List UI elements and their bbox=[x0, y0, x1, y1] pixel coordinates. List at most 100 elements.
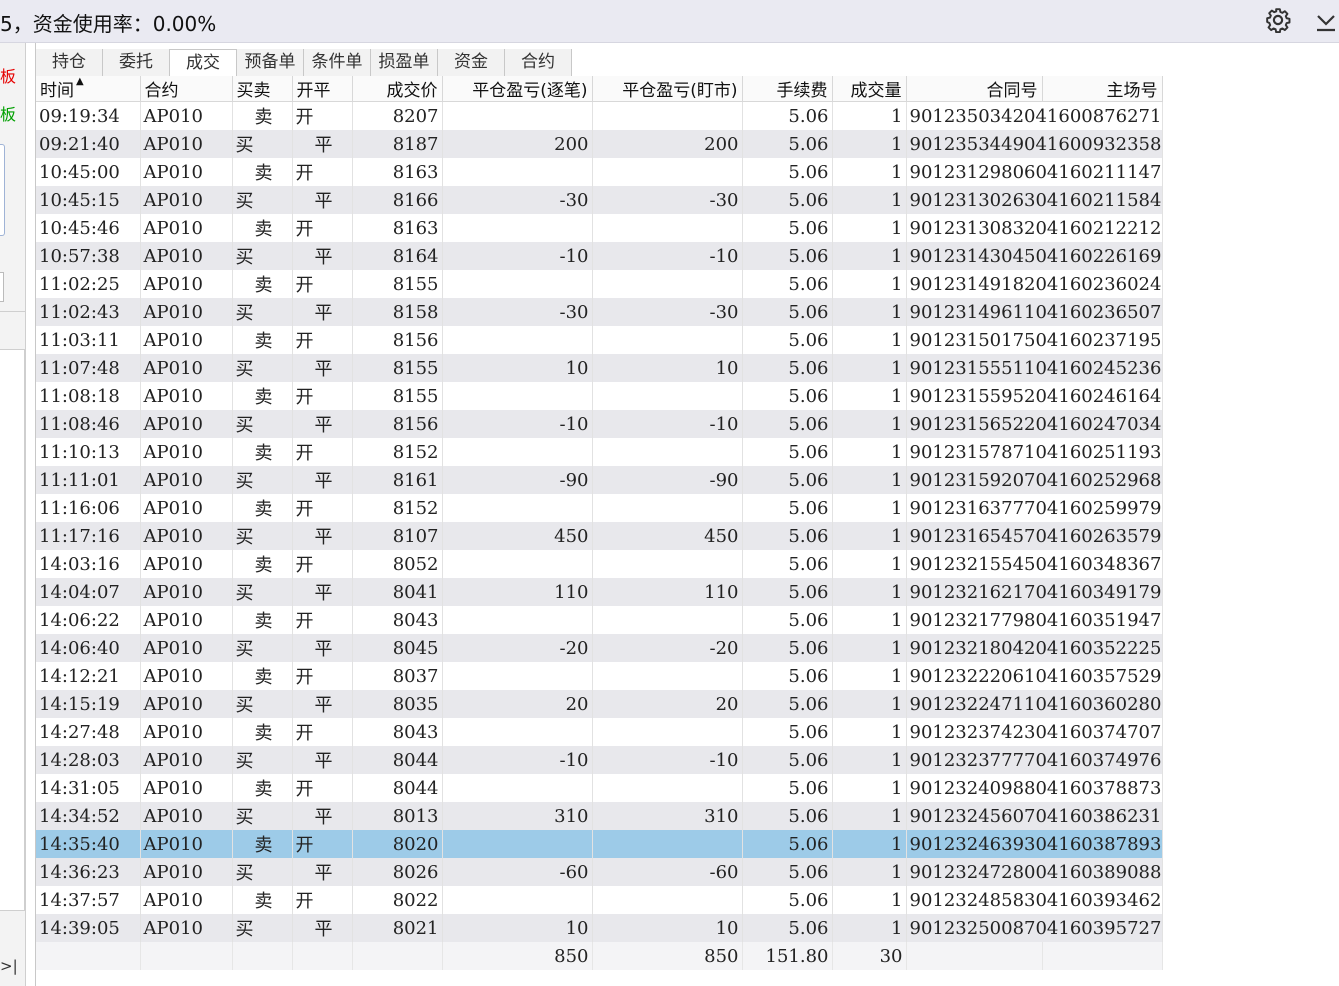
side-field[interactable] bbox=[0, 272, 4, 302]
download-icon[interactable] bbox=[1314, 8, 1338, 34]
table-row[interactable]: 11:08:46 AP010 买平 8156 -10 -10 5.06 1 9012315652… bbox=[36, 410, 1163, 438]
table-row[interactable]: 10:45:46 AP010 卖开 8163 5.06 1 9012313083204160… bbox=[36, 214, 1163, 242]
column-header-contract-no[interactable]: 合同号 bbox=[906, 76, 1043, 102]
cell-qty: 1 bbox=[832, 522, 907, 550]
cell-contract: AP010 bbox=[140, 214, 233, 242]
cell-qty: 1 bbox=[832, 382, 907, 410]
cell-qty: 1 bbox=[832, 830, 907, 858]
cell-time: 14:27:48 bbox=[36, 718, 141, 746]
column-header-time[interactable]: 时间 ▲ bbox=[36, 76, 141, 102]
table-row[interactable]: 11:03:11 AP010 卖开 8156 5.06 1 9012315017504160… bbox=[36, 326, 1163, 354]
table-row[interactable]: 11:17:16 AP010 买平 8107 450 450 5.06 1 9012316545… bbox=[36, 522, 1163, 550]
table-row[interactable]: 14:15:19 AP010 买平 8035 20 20 5.06 1 901232247110… bbox=[36, 690, 1163, 718]
cell-contract: AP010 bbox=[140, 130, 233, 158]
cell-contract-no: 9012312980604160211147​3 bbox=[906, 158, 1163, 186]
table-row[interactable]: 14:28:03 AP010 买平 8044 -10 -10 5.06 1 9012323777… bbox=[36, 746, 1163, 774]
cell-pnl-each: -20 bbox=[442, 634, 593, 662]
column-header-openclose[interactable]: 开平 bbox=[292, 76, 353, 102]
cell-time: 10:57:38 bbox=[36, 242, 141, 270]
cell-time: 10:45:00 bbox=[36, 158, 141, 186]
board-tag-red[interactable]: 板 bbox=[0, 63, 16, 87]
cell-contract-no: 9012314304504160226169​3 bbox=[906, 242, 1163, 270]
gear-icon[interactable] bbox=[1264, 6, 1292, 34]
table-row[interactable]: 11:02:25 AP010 卖开 8155 5.06 1 9012314918204160… bbox=[36, 270, 1163, 298]
cell-pnl-mtm: -30 bbox=[592, 186, 743, 214]
cell-pnl-mtm bbox=[592, 158, 743, 186]
tab-3[interactable]: 预备单 bbox=[237, 49, 304, 76]
cell-pnl-mtm bbox=[592, 494, 743, 522]
cell-price: 8045 bbox=[352, 634, 443, 662]
table-row[interactable]: 14:06:40 AP010 买平 8045 -20 -20 5.06 1 9012321804… bbox=[36, 634, 1163, 662]
board-tag-green[interactable]: 板 bbox=[0, 101, 16, 125]
total-pnl-each: 850 bbox=[442, 942, 593, 970]
cell-side: 卖 bbox=[232, 550, 293, 578]
column-header-pnl-mtm[interactable]: 平仓盈亏(盯市) bbox=[592, 76, 743, 102]
table-row[interactable]: 14:35:40 AP010 卖开 8020 5.06 1 9012324639304160… bbox=[36, 830, 1163, 858]
tab-7[interactable]: 合约 bbox=[505, 49, 572, 76]
column-header-exchange-no[interactable]: 主场号 bbox=[1042, 76, 1163, 102]
cell-price: 8020 bbox=[352, 830, 443, 858]
cell-contract: AP010 bbox=[140, 522, 233, 550]
table-row[interactable]: 11:07:48 AP010 买平 8155 10 10 5.06 1 901231555110… bbox=[36, 354, 1163, 382]
table-row[interactable]: 11:08:18 AP010 卖开 8155 5.06 1 9012315595204160… bbox=[36, 382, 1163, 410]
cell-pnl-mtm bbox=[592, 830, 743, 858]
cell-contract: AP010 bbox=[140, 270, 233, 298]
table-row[interactable]: 10:45:15 AP010 买平 8166 -30 -30 5.06 1 9012313026… bbox=[36, 186, 1163, 214]
table-row[interactable]: 14:36:23 AP010 买平 8026 -60 -60 5.06 1 9012324728… bbox=[36, 858, 1163, 886]
cell-pnl-mtm bbox=[592, 326, 743, 354]
cell-side: 买 bbox=[232, 522, 293, 550]
column-header-fee[interactable]: 手续费 bbox=[742, 76, 833, 102]
cell-fee: 5.06 bbox=[742, 522, 833, 550]
tab-4[interactable]: 条件单 bbox=[304, 49, 371, 76]
table-row[interactable]: 09:19:34 AP010 卖开 8207 5.06 1 9012350342041600… bbox=[36, 101, 1163, 130]
table-row[interactable]: 14:37:57 AP010 卖开 8022 5.06 1 9012324858304160… bbox=[36, 886, 1163, 914]
table-row[interactable]: 11:16:06 AP010 卖开 8152 5.06 1 9012316377704160… bbox=[36, 494, 1163, 522]
cell-price: 8044 bbox=[352, 746, 443, 774]
cell-openclose: 开 bbox=[292, 158, 353, 186]
column-header-contract[interactable]: 合约 bbox=[140, 76, 233, 102]
cell-pnl-each: 450 bbox=[442, 522, 593, 550]
tab-0[interactable]: 持仓 bbox=[36, 49, 103, 76]
tab-5[interactable]: 损盈单 bbox=[371, 49, 438, 76]
cell-qty: 1 bbox=[832, 550, 907, 578]
cell-price: 8158 bbox=[352, 298, 443, 326]
tab-6[interactable]: 资金 bbox=[438, 49, 505, 76]
table-row[interactable]: 11:11:01 AP010 买平 8161 -90 -90 5.06 1 9012315920… bbox=[36, 466, 1163, 494]
table-row[interactable]: 14:06:22 AP010 卖开 8043 5.06 1 9012321779804160… bbox=[36, 606, 1163, 634]
table-row[interactable]: 11:02:43 AP010 买平 8158 -30 -30 5.06 1 9012314961… bbox=[36, 298, 1163, 326]
table-row[interactable]: 14:03:16 AP010 卖开 8052 5.06 1 9012321554504160… bbox=[36, 550, 1163, 578]
cell-pnl-mtm bbox=[592, 438, 743, 466]
trades-table-container[interactable]: 时间 ▲ 合约 买卖 开平 成交价 平仓盈亏(逐笔) 平仓盈亏(盯市) 手续费 成交量 合同号 主场号… bbox=[36, 76, 1339, 986]
total-pnl-mtm: 850 bbox=[592, 942, 743, 970]
table-row[interactable]: 14:12:21 AP010 卖开 8037 5.06 1 9012322206104160… bbox=[36, 662, 1163, 690]
table-row[interactable]: 09:21:40 AP010 买平 8187 200 200 5.06 1 9012353449… bbox=[36, 130, 1163, 158]
table-row[interactable]: 10:57:38 AP010 买平 8164 -10 -10 5.06 1 9012314304… bbox=[36, 242, 1163, 270]
cell-contract-no: 9012321779804160351947​5 bbox=[906, 606, 1163, 634]
cell-contract-no: 9012321621704160349179​4 bbox=[906, 578, 1163, 606]
column-header-pnl-each[interactable]: 平仓盈亏(逐笔) bbox=[442, 76, 593, 102]
column-header-side[interactable]: 买卖 bbox=[232, 76, 293, 102]
cell-qty: 1 bbox=[832, 214, 907, 242]
cell-openclose: 开 bbox=[292, 606, 353, 634]
table-row[interactable]: 14:31:05 AP010 卖开 8044 5.06 1 9012324098804160… bbox=[36, 774, 1163, 802]
total-contract bbox=[140, 942, 233, 970]
column-header-qty[interactable]: 成交量 bbox=[832, 76, 907, 102]
table-row[interactable]: 14:34:52 AP010 买平 8013 310 310 5.06 1 9012324560… bbox=[36, 802, 1163, 830]
cell-pnl-each bbox=[442, 774, 593, 802]
column-header-price[interactable]: 成交价 bbox=[352, 76, 443, 102]
table-row[interactable]: 14:27:48 AP010 卖开 8043 5.06 1 9012323742304160… bbox=[36, 718, 1163, 746]
table-row[interactable]: 14:04:07 AP010 买平 8041 110 110 5.06 1 9012321621… bbox=[36, 578, 1163, 606]
table-row[interactable]: 10:45:00 AP010 卖开 8163 5.06 1 9012312980604160… bbox=[36, 158, 1163, 186]
collapse-icon[interactable]: >| bbox=[0, 957, 18, 975]
cell-contract-no: 9012316545704160263579​9 bbox=[906, 522, 1163, 550]
cell-contract-no: 9012324858304160393462​0 bbox=[906, 886, 1163, 914]
cell-pnl-each: 10 bbox=[442, 354, 593, 382]
tab-1[interactable]: 委托 bbox=[103, 49, 170, 76]
side-input-box[interactable] bbox=[0, 144, 5, 236]
table-row[interactable]: 14:39:05 AP010 买平 8021 10 10 5.06 1 901232500870… bbox=[36, 914, 1163, 942]
tab-2[interactable]: 成交 bbox=[170, 49, 237, 77]
cell-fee: 5.06 bbox=[742, 130, 833, 158]
table-row[interactable]: 11:10:13 AP010 卖开 8152 5.06 1 9012315787104160… bbox=[36, 438, 1163, 466]
cell-price: 8021 bbox=[352, 914, 443, 942]
cell-time: 11:02:43 bbox=[36, 298, 141, 326]
